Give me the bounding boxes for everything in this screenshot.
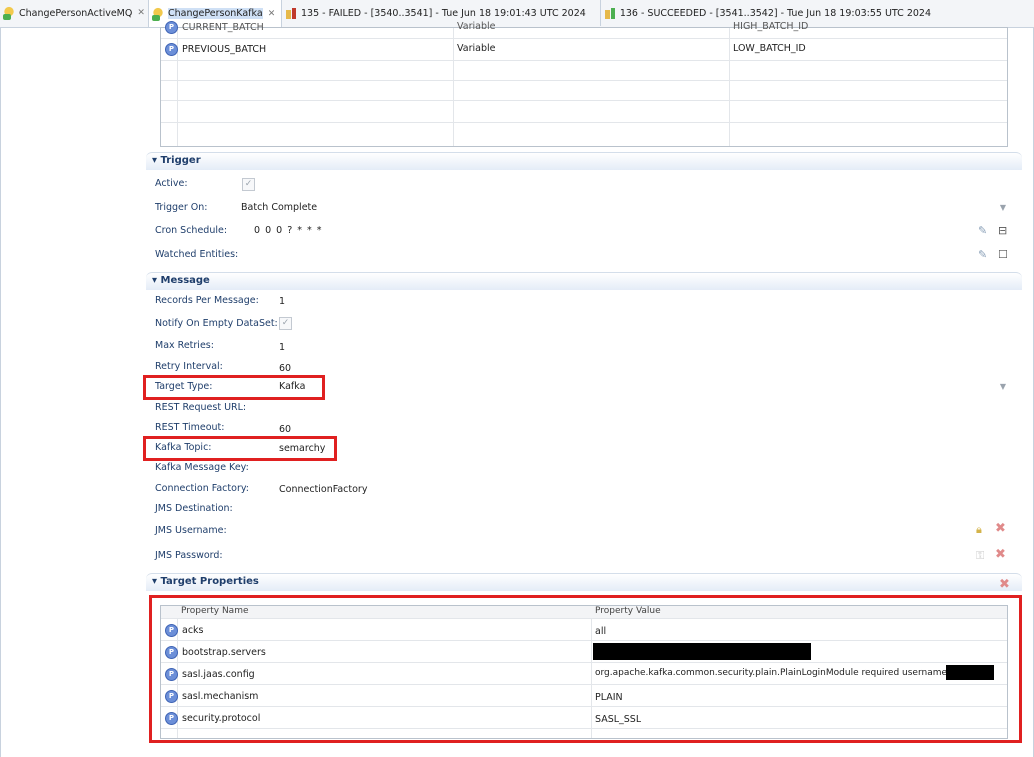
chevron-down-icon[interactable]: ▼ bbox=[1000, 382, 1006, 391]
tab-label: ChangePersonActiveMQ bbox=[19, 7, 133, 19]
records-per-message-label: Records Per Message: bbox=[155, 295, 259, 306]
dialog-icon[interactable]: ⊟ bbox=[998, 224, 1007, 237]
highlight-target-properties bbox=[149, 595, 1022, 743]
variables-grid[interactable]: P CURRENT_BATCH Variable HIGH_BATCH_ID PP… bbox=[160, 21, 1008, 147]
variable-value-cell: LOW_BATCH_ID bbox=[733, 43, 806, 54]
trigger-section-header[interactable]: ▾ Trigger bbox=[146, 152, 1022, 170]
variable-value-cell: HIGH_BATCH_ID bbox=[733, 21, 809, 32]
connection-factory-value[interactable]: ConnectionFactory bbox=[279, 484, 367, 495]
tab-job-135[interactable]: 135 - FAILED - [3540..3541] - Tue Jun 18… bbox=[282, 0, 598, 26]
element-icon bbox=[151, 6, 165, 21]
tab-label: 135 - FAILED - [3540..3541] - Tue Jun 18… bbox=[301, 7, 586, 19]
variable-icon: P bbox=[165, 21, 178, 34]
edit-icon[interactable]: ✎ bbox=[978, 248, 987, 261]
watched-entities-label: Watched Entities: bbox=[155, 249, 239, 260]
variable-icon: P bbox=[165, 43, 178, 56]
highlight-target-type bbox=[143, 375, 325, 400]
highlight-kafka-topic bbox=[143, 436, 337, 461]
jms-username-label: JMS Username: bbox=[155, 525, 227, 536]
element-icon bbox=[2, 6, 16, 20]
job-succeeded-icon bbox=[603, 6, 617, 20]
editor-tab-bar: ChangePersonActiveMQ ✕ ChangePersonKafka… bbox=[0, 0, 1034, 28]
active-label: Active: bbox=[155, 178, 188, 189]
max-retries-value[interactable]: 1 bbox=[279, 342, 285, 353]
lock-icon[interactable]: 🔒︎ bbox=[976, 523, 982, 537]
notify-empty-checkbox[interactable]: ✓ bbox=[279, 317, 292, 330]
kafka-key-label: Kafka Message Key: bbox=[155, 462, 249, 473]
rest-timeout-value[interactable]: 60 bbox=[279, 424, 291, 435]
jms-password-label: JMS Password: bbox=[155, 550, 223, 561]
tab-change-person-activemq[interactable]: ChangePersonActiveMQ ✕ bbox=[0, 0, 150, 26]
section-title: Trigger bbox=[160, 155, 201, 166]
trigger-on-label: Trigger On: bbox=[155, 202, 208, 213]
key-icon[interactable]: ⚿ bbox=[976, 549, 984, 563]
message-section-header[interactable]: ▾ Message bbox=[146, 272, 1022, 290]
notify-empty-label: Notify On Empty DataSet: bbox=[155, 318, 278, 329]
rest-timeout-label: REST Timeout: bbox=[155, 422, 225, 433]
section-title: Message bbox=[160, 275, 210, 286]
variable-type-cell: Variable bbox=[457, 21, 496, 32]
jms-destination-label: JMS Destination: bbox=[155, 503, 233, 514]
variable-type-cell: Variable bbox=[457, 43, 496, 54]
active-checkbox[interactable]: ✓ bbox=[242, 178, 255, 191]
retry-interval-label: Retry Interval: bbox=[155, 361, 223, 372]
tab-label: 136 - SUCCEEDED - [3541..3542] - Tue Jun… bbox=[619, 7, 931, 19]
connection-factory-label: Connection Factory: bbox=[155, 483, 249, 494]
close-icon[interactable]: ✕ bbox=[137, 8, 145, 18]
edit-icon[interactable]: ✎ bbox=[978, 224, 987, 237]
dialog-icon[interactable]: ☐ bbox=[998, 248, 1008, 261]
tab-label: ChangePersonKafka bbox=[168, 8, 263, 19]
job-failed-icon bbox=[284, 6, 298, 20]
section-title: Target Properties bbox=[160, 576, 259, 587]
retry-interval-value[interactable]: 60 bbox=[279, 363, 291, 374]
cron-schedule-label: Cron Schedule: bbox=[155, 225, 228, 236]
table-row[interactable]: P PREVIOUS_BATCH bbox=[165, 43, 266, 56]
close-icon[interactable]: ✕ bbox=[268, 9, 276, 19]
editor-border-left bbox=[0, 27, 1, 757]
clear-icon[interactable]: ✖ bbox=[999, 577, 1010, 592]
target-properties-section-header[interactable]: ▾ Target Properties bbox=[146, 573, 1022, 591]
chevron-down-icon[interactable]: ▼ bbox=[1000, 203, 1006, 212]
clear-icon[interactable]: ✖ bbox=[995, 521, 1006, 536]
clear-icon[interactable]: ✖ bbox=[995, 547, 1006, 562]
cron-schedule-value[interactable]: 0 0 0 ? * * * bbox=[254, 225, 323, 236]
rest-url-label: REST Request URL: bbox=[155, 402, 247, 413]
table-row[interactable]: P CURRENT_BATCH bbox=[165, 21, 264, 34]
records-per-message-value[interactable]: 1 bbox=[279, 296, 285, 307]
max-retries-label: Max Retries: bbox=[155, 340, 214, 351]
trigger-on-select[interactable]: Batch Complete bbox=[241, 202, 317, 213]
